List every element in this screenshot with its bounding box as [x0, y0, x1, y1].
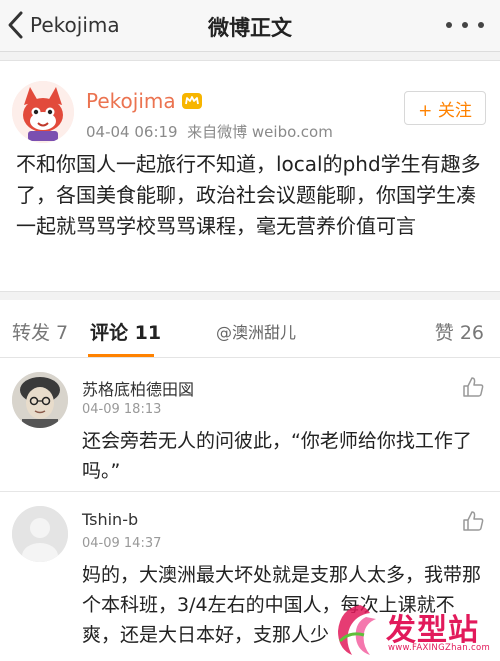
commenter-name[interactable]: Tshin-b [82, 510, 138, 529]
thumbs-up-icon[interactable] [462, 510, 484, 532]
comment-time: 04-09 18:13 [82, 402, 162, 417]
post-body: 不和你国人一起旅行不知道，local的phd学生有趣多了，各国美食能聊，政治社会… [16, 152, 481, 238]
vip-crown-icon [181, 93, 202, 109]
weibo-watermark: @澳洲甜儿 [216, 323, 297, 342]
more-menu-button[interactable] [446, 14, 484, 36]
post-card: Pekojima 04-04 06:19 来自微博 weibo.com + 关注… [0, 60, 500, 292]
author-name[interactable]: Pekojima [86, 89, 176, 113]
comment-time: 04-09 14:37 [82, 536, 162, 551]
default-avatar-icon [12, 506, 68, 562]
commenter-name[interactable]: 苏格底柏德田図 [82, 376, 194, 400]
thumbs-up-icon[interactable] [462, 376, 484, 398]
commenter-avatar[interactable] [12, 506, 68, 562]
commenter-avatar[interactable] [12, 372, 68, 428]
author-avatar[interactable] [12, 81, 74, 143]
portrait-avatar-icon [12, 372, 68, 428]
active-tab-indicator [88, 354, 154, 357]
more-dots-icon [446, 22, 452, 28]
hair-silhouette-logo-icon [338, 605, 376, 655]
site-watermark: 发型站 www.FAXINGZhan.com [330, 601, 496, 659]
tab-likes[interactable]: 赞 26 [435, 318, 484, 345]
nav-bar: Pekojima 微博正文 [0, 0, 500, 52]
comment-item: 苏格底柏德田図 04-09 18:13 还会旁若无人的问彼此，“你老师给你找工作… [0, 358, 500, 491]
comment-text: 还会旁若无人的问彼此，“你老师给你找工作了吗。” [82, 430, 472, 482]
site-url: www.FAXINGZhan.com [388, 643, 491, 653]
follow-button[interactable]: + 关注 [404, 91, 486, 125]
post-time: 04-04 06:19 [86, 123, 178, 141]
fox-mascot-avatar-icon [12, 81, 74, 143]
post-tabs: 转发 7 评论 11 @澳洲甜儿 赞 26 [0, 300, 500, 358]
page-title: 微博正文 [208, 16, 292, 40]
author-line: Pekojima [86, 89, 202, 113]
tab-reposts[interactable]: 转发 7 [12, 318, 68, 345]
post-source: 来自微博 weibo.com [187, 123, 333, 141]
tab-comments[interactable]: 评论 11 [90, 318, 161, 345]
post-meta: 04-04 06:19 来自微博 weibo.com [86, 121, 333, 142]
